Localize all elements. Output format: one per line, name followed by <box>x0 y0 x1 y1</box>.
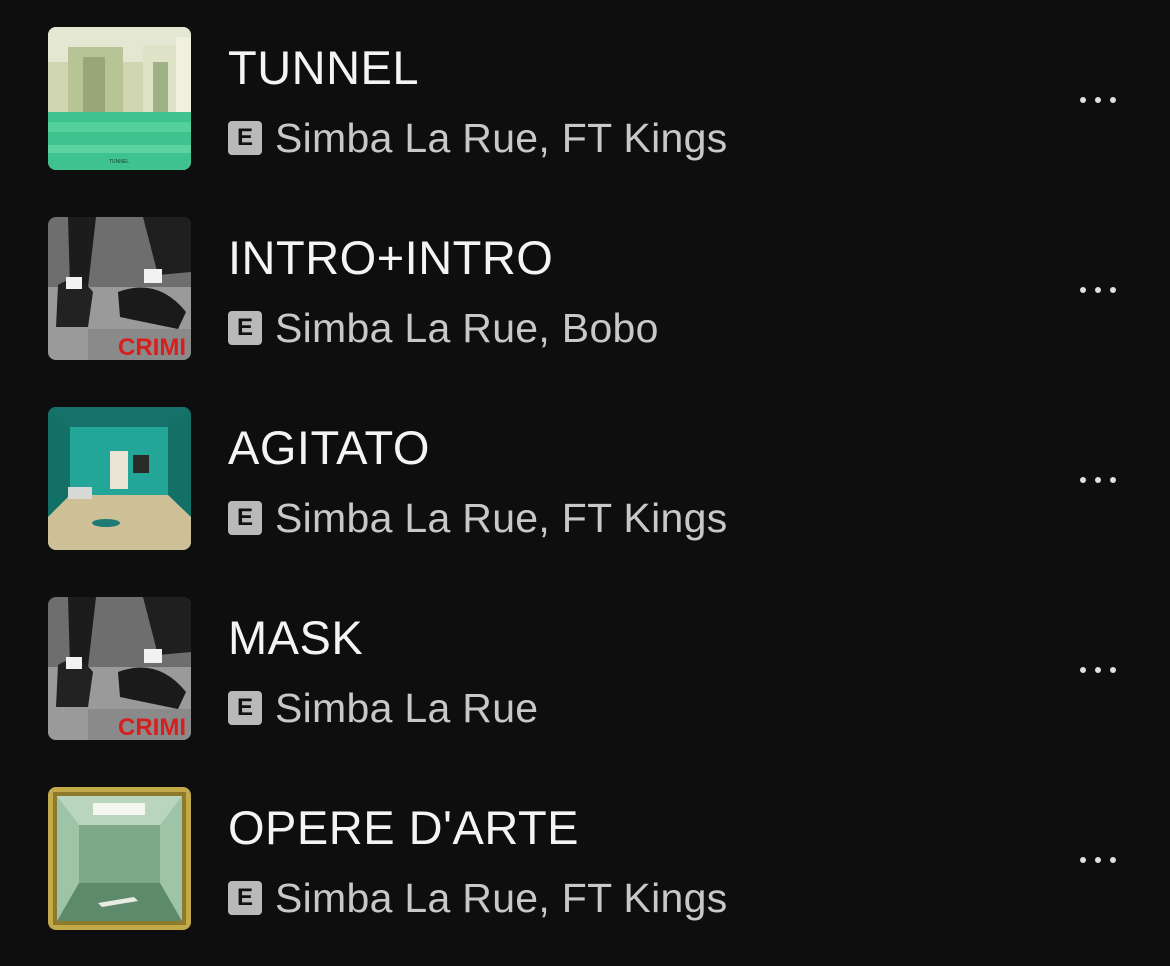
track-title: OPERE D'ARTE <box>228 801 580 854</box>
more-options-icon[interactable] <box>1066 840 1130 880</box>
track-row-opere-darte[interactable]: OPERE D'ARTE E Simba La Rue, FT Kings <box>0 760 1170 950</box>
crimi-cover-image: CRIMI <box>48 597 191 740</box>
track-subtitle: E Simba La Rue, FT Kings <box>228 112 728 164</box>
framed-room-cover-image <box>48 787 191 930</box>
cover-label: CRIMI <box>118 334 186 360</box>
track-title: AGITATO <box>228 421 430 474</box>
track-row-agitato[interactable]: AGITATO E Simba La Rue, FT Kings <box>0 380 1170 570</box>
track-artists[interactable]: Simba La Rue <box>275 685 538 732</box>
cover-label: TUNNEL <box>109 159 129 165</box>
more-options-icon[interactable] <box>1066 650 1130 690</box>
track-artists[interactable]: Simba La Rue, FT Kings <box>275 875 728 922</box>
track-row-tunnel[interactable]: TUNNEL TUNNEL E Simba La Rue, FT Kings <box>0 0 1170 190</box>
track-artists[interactable]: Simba La Rue, FT Kings <box>275 495 728 542</box>
track-row-intro-intro[interactable]: CRIMI INTRO+INTRO E Simba La Rue, Bobo <box>0 190 1170 380</box>
track-list: TUNNEL TUNNEL E Simba La Rue, FT Kings C… <box>0 0 1170 966</box>
album-art-agitato[interactable] <box>48 407 191 550</box>
album-art-crimi[interactable]: CRIMI <box>48 597 191 740</box>
teal-room-cover-image <box>48 407 191 550</box>
more-options-icon[interactable] <box>1066 460 1130 500</box>
track-artists[interactable]: Simba La Rue, Bobo <box>275 305 659 352</box>
track-title: TUNNEL <box>228 41 420 94</box>
crimi-cover-image: CRIMI <box>48 217 191 360</box>
explicit-badge: E <box>228 311 262 345</box>
album-art-crimi[interactable]: CRIMI <box>48 217 191 360</box>
explicit-badge: E <box>228 691 262 725</box>
more-options-icon[interactable] <box>1066 270 1130 310</box>
track-subtitle: E Simba La Rue, FT Kings <box>228 872 728 924</box>
explicit-badge: E <box>228 121 262 155</box>
album-art-tunnel[interactable]: TUNNEL <box>48 27 191 170</box>
album-art-opere-darte[interactable] <box>48 787 191 930</box>
cover-label: CRIMI <box>118 714 186 740</box>
more-options-icon[interactable] <box>1066 80 1130 120</box>
track-subtitle: E Simba La Rue <box>228 682 538 734</box>
track-title: INTRO+INTRO <box>228 231 554 284</box>
tunnel-cover-image: TUNNEL <box>48 27 191 170</box>
track-title: MASK <box>228 611 364 664</box>
track-subtitle: E Simba La Rue, Bobo <box>228 302 659 354</box>
track-artists[interactable]: Simba La Rue, FT Kings <box>275 115 728 162</box>
explicit-badge: E <box>228 881 262 915</box>
track-row-mask[interactable]: CRIMI MASK E Simba La Rue <box>0 570 1170 760</box>
explicit-badge: E <box>228 501 262 535</box>
track-subtitle: E Simba La Rue, FT Kings <box>228 492 728 544</box>
